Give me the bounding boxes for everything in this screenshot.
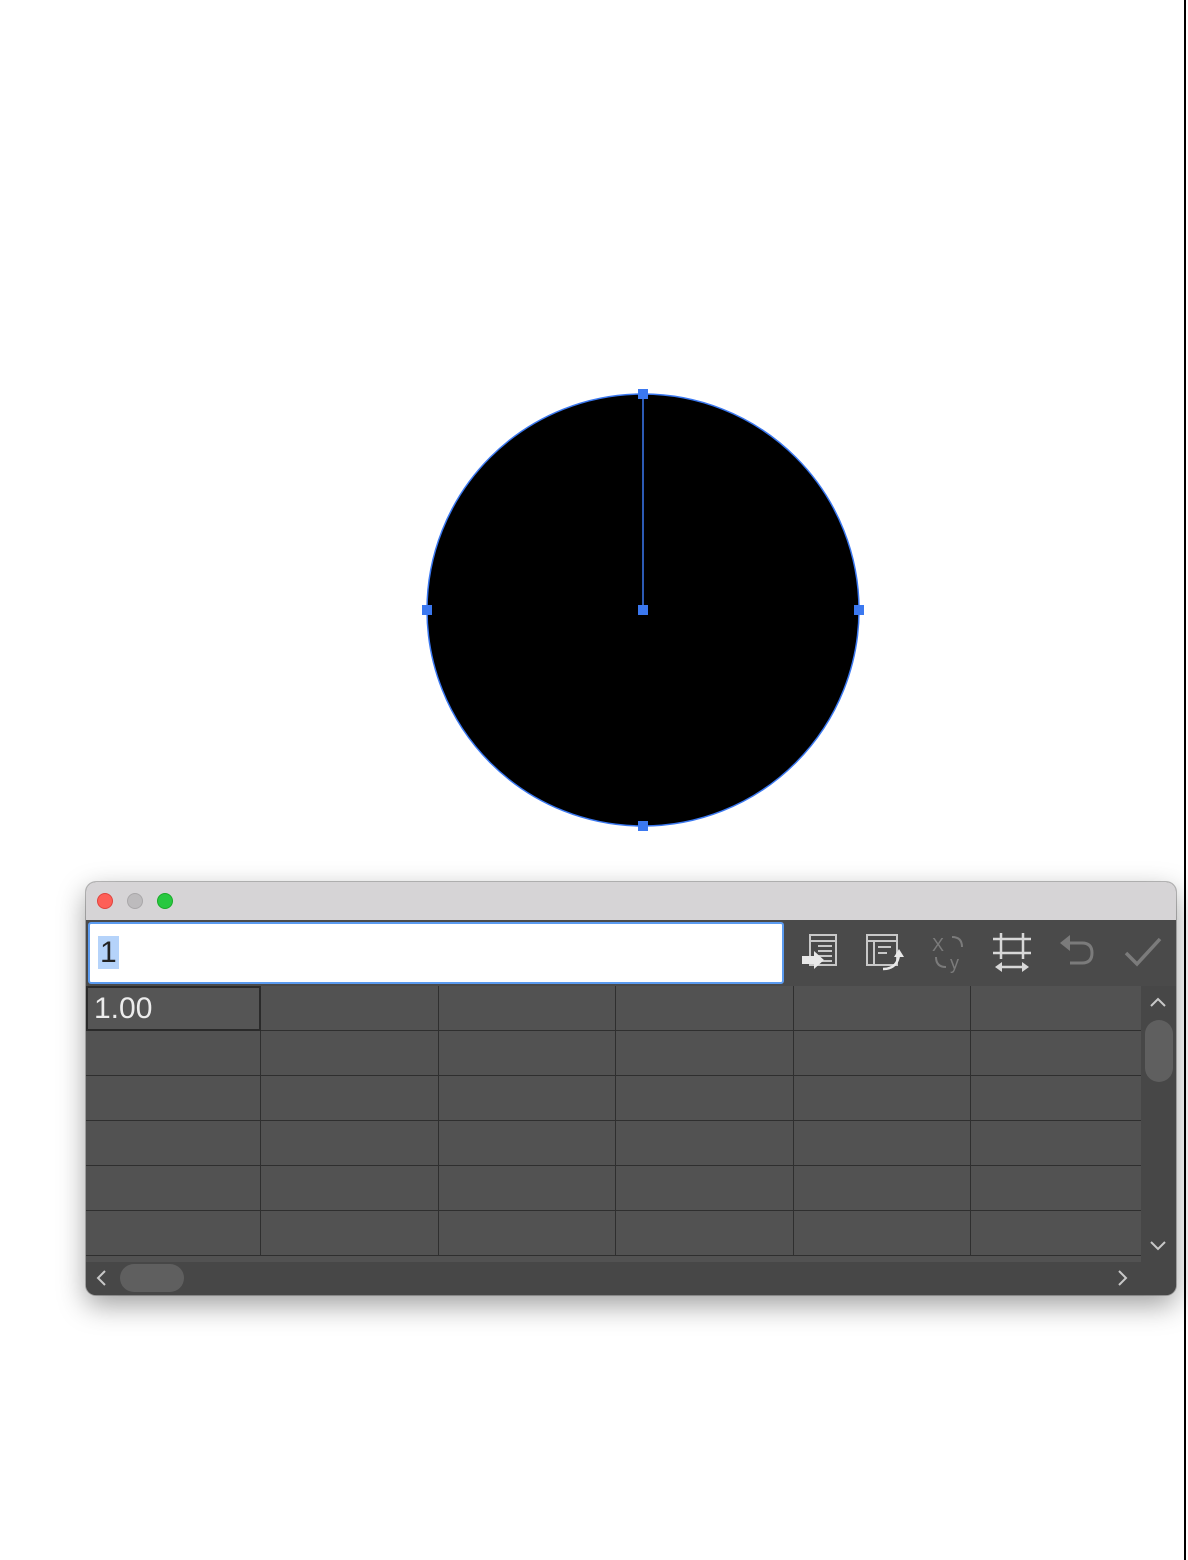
window-titlebar[interactable] — [86, 882, 1176, 920]
graph-data-toolbar: 1 X y — [86, 920, 1176, 986]
grid-cell[interactable] — [261, 1121, 439, 1166]
grid-cell[interactable] — [439, 1211, 616, 1256]
grid-cell[interactable] — [261, 1166, 439, 1211]
graph-data-window: 1 X y 1.00 — [86, 882, 1176, 1295]
transpose-icon[interactable] — [861, 929, 907, 975]
grid-cell[interactable] — [971, 1031, 1141, 1076]
grid-cell[interactable] — [971, 1121, 1141, 1166]
grid-cell[interactable] — [616, 1031, 794, 1076]
grid-cell[interactable] — [439, 1121, 616, 1166]
zoom-window-button[interactable] — [157, 893, 173, 909]
data-grid[interactable]: 1.00 — [86, 986, 1141, 1262]
anchor-point-handle[interactable] — [422, 605, 432, 615]
vertical-scrollbar[interactable] — [1141, 986, 1176, 1262]
grid-cell[interactable] — [439, 1166, 616, 1211]
grid-cell[interactable] — [794, 1031, 971, 1076]
cell-entry-field[interactable]: 1 — [88, 922, 784, 984]
grid-cell[interactable] — [439, 1076, 616, 1121]
grid-cell[interactable] — [261, 1076, 439, 1121]
grid-cell[interactable] — [971, 1166, 1141, 1211]
grid-cell[interactable] — [86, 1076, 261, 1121]
grid-cell[interactable] — [86, 1031, 261, 1076]
grid-cell[interactable] — [616, 986, 794, 1031]
grid-cell[interactable] — [971, 986, 1141, 1031]
scroll-left-icon[interactable] — [91, 1267, 113, 1289]
svg-text:y: y — [950, 953, 959, 973]
active-grid-cell[interactable]: 1.00 — [86, 986, 261, 1031]
revert-icon[interactable] — [1054, 929, 1100, 975]
grid-cell[interactable] — [439, 986, 616, 1031]
grid-cell[interactable] — [261, 1031, 439, 1076]
grid-cell[interactable] — [616, 1211, 794, 1256]
cell-entry-selected-text: 1 — [98, 936, 119, 969]
anchor-point-handle[interactable] — [638, 389, 648, 399]
grid-cell[interactable] — [616, 1166, 794, 1211]
svg-text:X: X — [932, 935, 944, 955]
grid-cell[interactable] — [794, 1076, 971, 1121]
scrollbar-corner — [1141, 1262, 1176, 1295]
horizontal-scroll-thumb[interactable] — [120, 1264, 184, 1292]
grid-cell[interactable] — [616, 1076, 794, 1121]
grid-cell[interactable] — [971, 1076, 1141, 1121]
scroll-right-icon[interactable] — [1111, 1267, 1133, 1289]
checkmark-icon[interactable] — [1120, 929, 1166, 975]
import-data-icon[interactable] — [798, 929, 844, 975]
grid-cell[interactable] — [794, 986, 971, 1031]
grid-cell[interactable] — [261, 986, 439, 1031]
anchor-point-handle[interactable] — [638, 605, 648, 615]
grid-cell[interactable] — [439, 1031, 616, 1076]
anchor-point-handle[interactable] — [854, 605, 864, 615]
scroll-down-icon[interactable] — [1147, 1234, 1169, 1256]
minimize-window-button[interactable] — [127, 893, 143, 909]
scroll-up-icon[interactable] — [1147, 992, 1169, 1014]
cell-style-icon[interactable] — [989, 929, 1035, 975]
grid-cell[interactable] — [794, 1121, 971, 1166]
pie-graph[interactable] — [0, 0, 1188, 860]
grid-cell[interactable] — [794, 1211, 971, 1256]
grid-cell[interactable] — [86, 1121, 261, 1166]
switch-xy-icon[interactable]: X y — [926, 929, 972, 975]
horizontal-scrollbar[interactable] — [86, 1262, 1141, 1295]
grid-cell[interactable] — [261, 1211, 439, 1256]
grid-cell[interactable] — [616, 1121, 794, 1166]
grid-cell[interactable] — [86, 1166, 261, 1211]
anchor-point-handle[interactable] — [638, 821, 648, 831]
grid-cell[interactable] — [86, 1211, 261, 1256]
close-window-button[interactable] — [97, 893, 113, 909]
vertical-scroll-thumb[interactable] — [1145, 1020, 1173, 1082]
grid-cell[interactable] — [971, 1211, 1141, 1256]
grid-cell[interactable] — [794, 1166, 971, 1211]
